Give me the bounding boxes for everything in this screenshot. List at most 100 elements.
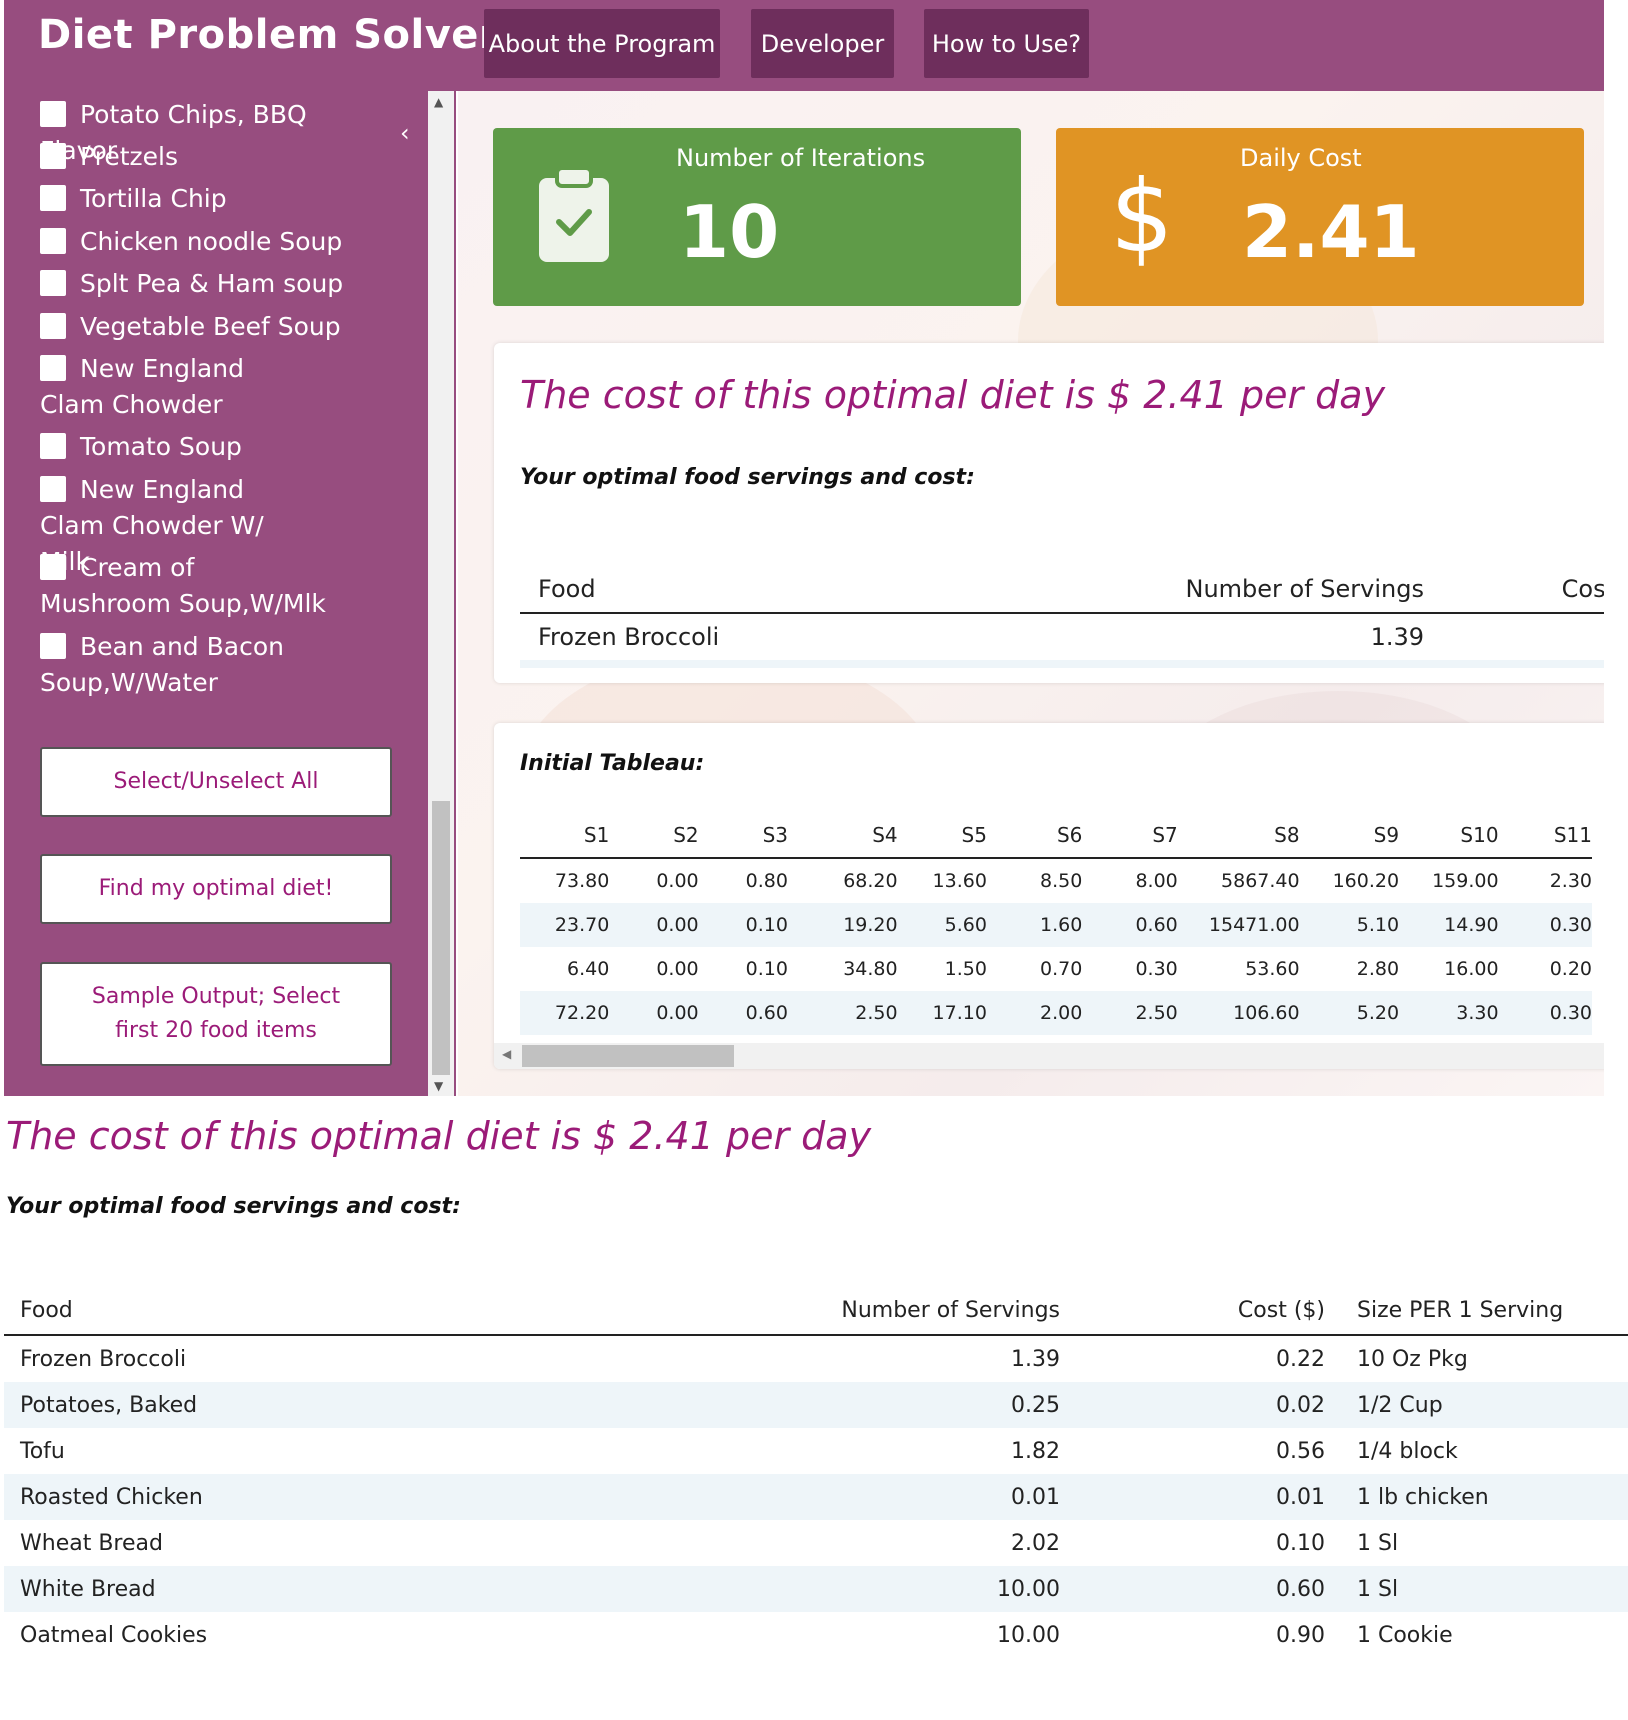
- checkbox[interactable]: [40, 228, 66, 254]
- scroll-left-arrow-icon[interactable]: ◀: [502, 1047, 511, 1061]
- tableau-cell: 15471.00: [1208, 914, 1300, 936]
- cost-cell: 0.56: [1276, 1438, 1325, 1464]
- dollar-icon: $: [1110, 158, 1174, 275]
- table-row: 73.80 0.00 0.80 68.20 13.60 8.50 8.00 58…: [520, 858, 1592, 903]
- food-cell: White Bread: [20, 1576, 156, 1602]
- food-item[interactable]: Splt Pea & Ham soup: [40, 266, 380, 302]
- checkbox[interactable]: [40, 633, 66, 659]
- scrollbar-thumb[interactable]: [432, 801, 450, 1075]
- checkbox[interactable]: [40, 185, 66, 211]
- table-row: 72.20 0.00 0.60 2.50 17.10 2.00 2.50 106…: [520, 991, 1592, 1035]
- checkbox[interactable]: [40, 101, 66, 127]
- column-header: S8: [1274, 823, 1300, 847]
- find-optimal-diet-button[interactable]: Find my optimal diet!: [40, 854, 392, 924]
- column-header: S7: [1152, 823, 1178, 847]
- column-header: S9: [1373, 823, 1400, 847]
- food-cell: Frozen Broccoli: [20, 1346, 187, 1372]
- food-item[interactable]: Tomato Soup: [40, 429, 380, 465]
- tableau-cell: 0.00: [656, 870, 699, 892]
- food-label: Pretzels: [80, 142, 179, 171]
- tableau-cell: 106.60: [1233, 1002, 1300, 1024]
- tableau-cell: 2.80: [1356, 958, 1400, 980]
- column-header: S2: [673, 823, 699, 847]
- column-header: Cost (: [1561, 575, 1604, 603]
- food-cell: Oatmeal Cookies: [20, 1622, 208, 1648]
- tableau-cell: 0.00: [656, 914, 699, 936]
- collapse-chevron-icon[interactable]: ‹: [400, 119, 410, 147]
- iterations-value: 10: [679, 190, 780, 274]
- tableau-cell: 34.80: [843, 958, 898, 980]
- food-item[interactable]: New England Clam Chowder: [40, 351, 310, 423]
- size-cell: 1/2 Cup: [1357, 1392, 1443, 1418]
- tableau-cell: 5.10: [1356, 914, 1400, 936]
- column-header: Number of Servings: [1185, 575, 1425, 603]
- tableau-cell: 2.50: [1135, 1002, 1178, 1024]
- food-item[interactable]: Tortilla Chip: [40, 181, 380, 217]
- tableau-cell: 160.20: [1332, 870, 1400, 892]
- cost-headline: The cost of this optimal diet is $ 2.41 …: [520, 373, 1386, 417]
- food-cell: Tofu: [20, 1438, 65, 1464]
- tableau-cell: 0.30: [1549, 1002, 1592, 1024]
- app-title: Diet Problem Solver: [38, 12, 500, 58]
- checkbox[interactable]: [40, 476, 66, 502]
- food-item[interactable]: Cream of Mushroom Soup,W/Mlk: [40, 550, 330, 622]
- tableau-card: Initial Tableau: S1 S2 S3 S4 S5 S6 S7 S8…: [494, 723, 1604, 1069]
- cost-cell: 0.02: [1276, 1392, 1325, 1418]
- main-panel: Number of Iterations 10 $ Daily Cost 2.4…: [458, 91, 1604, 1096]
- sample-output-button[interactable]: Sample Output; Select first 20 food item…: [40, 962, 392, 1066]
- food-cell: Roasted Chicken: [20, 1484, 203, 1510]
- daily-cost-value-box: $ Daily Cost 2.41: [1056, 128, 1584, 306]
- checkbox[interactable]: [40, 270, 66, 296]
- tableau-cell: 0.60: [1135, 914, 1178, 936]
- table-row: Roasted Chicken 0.01 0.01 1 lb chicken: [4, 1474, 1628, 1520]
- food-item[interactable]: Bean and Bacon Soup,W/Water: [40, 629, 300, 701]
- food-label: Splt Pea & Ham soup: [80, 269, 344, 298]
- tableau-cell: 72.20: [554, 1002, 610, 1024]
- servings-cell: 1.39: [1011, 1346, 1060, 1372]
- tableau-cell: 2.50: [855, 1002, 898, 1024]
- sidebar-scrollbar[interactable]: ▲ ▼: [428, 91, 456, 1096]
- table-header-row: Food Number of Servings Cost (: [520, 566, 1604, 613]
- table-row: White Bread 10.00 0.60 1 Sl: [4, 1566, 1628, 1612]
- cost-cell: 0.01: [1276, 1484, 1325, 1510]
- cost-cell: 0.90: [1276, 1622, 1325, 1648]
- nav-how-to-use-button[interactable]: How to Use?: [924, 9, 1089, 78]
- table-row: Potatoes, Baked 0.25 0.02 1/2 Cup: [4, 1382, 1628, 1428]
- tableau-cell: 0.00: [656, 1002, 699, 1024]
- checkbox[interactable]: [40, 143, 66, 169]
- scroll-up-arrow-icon[interactable]: ▲: [434, 95, 443, 109]
- size-cell: 1 Sl: [1357, 1576, 1399, 1602]
- checkbox[interactable]: [40, 433, 66, 459]
- column-header: S4: [872, 823, 898, 847]
- tableau-cell: 53.60: [1245, 958, 1300, 980]
- column-header: Number of Servings: [841, 1297, 1060, 1323]
- checkbox[interactable]: [40, 313, 66, 339]
- scrollbar-thumb[interactable]: [522, 1045, 734, 1067]
- size-cell: 1/4 block: [1357, 1438, 1458, 1464]
- nav-about-button[interactable]: About the Program: [484, 9, 720, 78]
- tableau-cell: 0.10: [745, 958, 788, 980]
- tableau-cell: 6.40: [567, 958, 610, 980]
- scroll-down-arrow-icon[interactable]: ▼: [434, 1079, 443, 1093]
- table-row: 6.40 0.00 0.10 34.80 1.50 0.70 0.30 53.6…: [520, 947, 1592, 991]
- cost-cell: 0.10: [1276, 1530, 1325, 1556]
- tableau-cell: 159.00: [1432, 870, 1499, 892]
- column-header: Cost ($): [1237, 1297, 1325, 1323]
- tableau-cell: 2.00: [1040, 1002, 1083, 1024]
- app-header: Diet Problem Solver About the Program De…: [4, 0, 1604, 91]
- tableau-cell: 0.30: [1135, 958, 1178, 980]
- servings-cell: 1.82: [1011, 1438, 1060, 1464]
- tableau-cell: 1.60: [1040, 914, 1083, 936]
- checkbox[interactable]: [40, 554, 66, 580]
- tableau-horizontal-scrollbar[interactable]: ◀: [494, 1043, 1604, 1069]
- servings-table: Food Number of Servings Cost ($) Size PE…: [4, 1286, 1628, 1658]
- food-item[interactable]: Vegetable Beef Soup: [40, 309, 380, 345]
- tableau-cell: 0.00: [656, 958, 699, 980]
- daily-cost-title: Daily Cost: [1240, 144, 1362, 172]
- checkbox[interactable]: [40, 355, 66, 381]
- column-header: S10: [1460, 823, 1499, 847]
- nav-developer-button[interactable]: Developer: [751, 9, 894, 78]
- select-unselect-all-button[interactable]: Select/Unselect All: [40, 747, 392, 817]
- food-item[interactable]: Chicken noodle Soup: [40, 224, 380, 260]
- food-item[interactable]: Pretzels: [40, 139, 380, 175]
